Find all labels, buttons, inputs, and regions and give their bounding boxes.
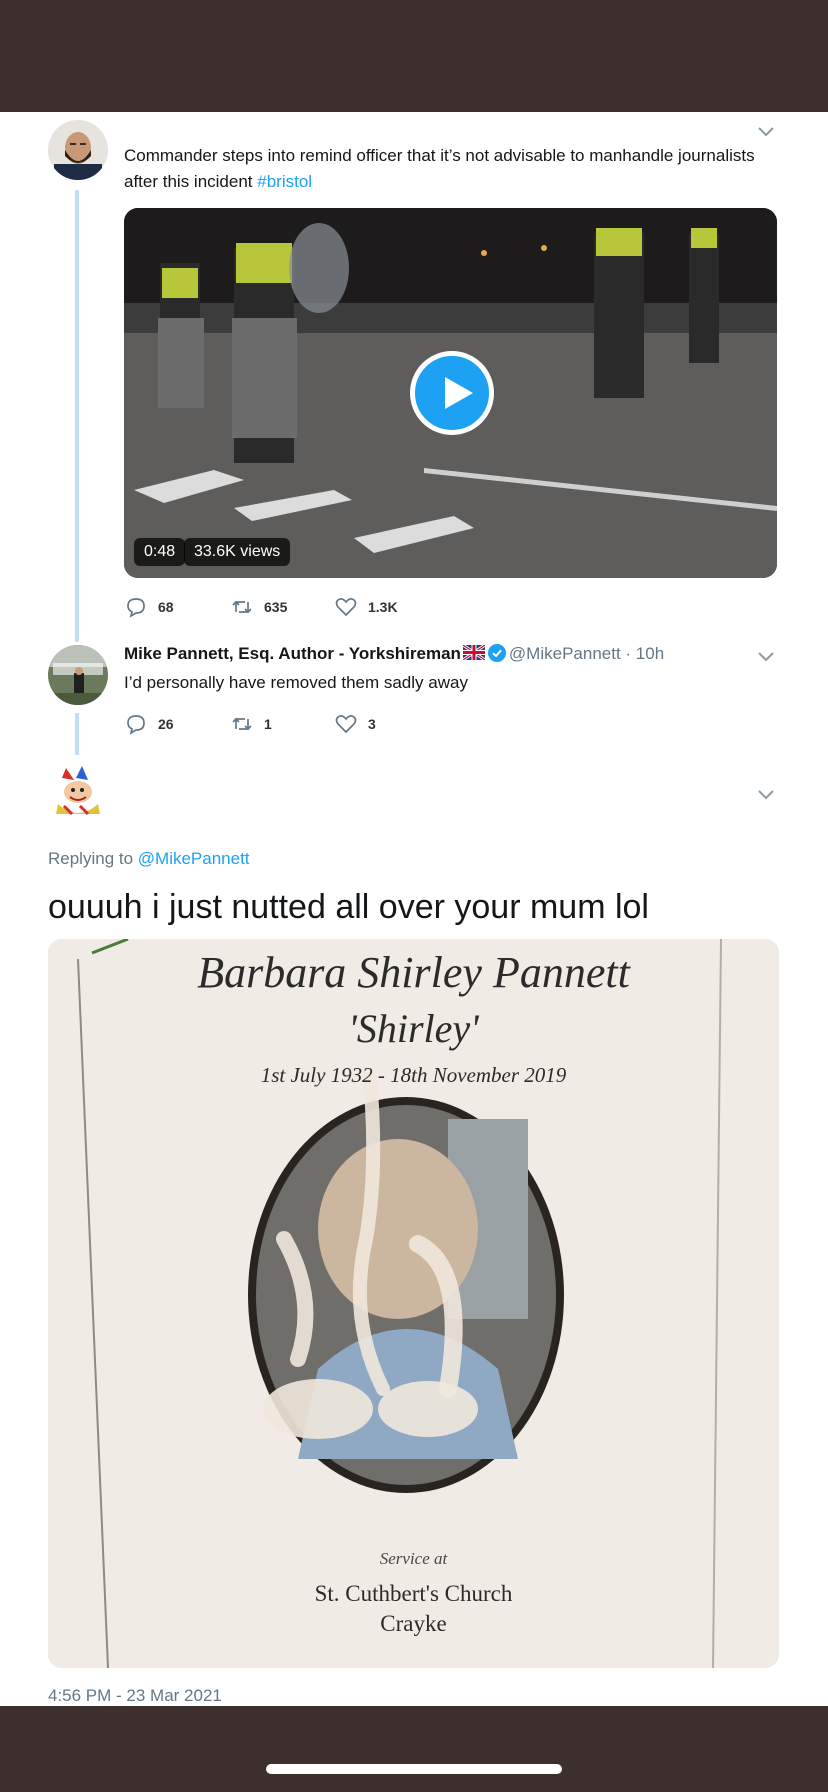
reply-count: 68 [158, 599, 174, 615]
retweet-icon [232, 600, 252, 614]
tweet-image[interactable]: Barbara Shirley Pannett 'Shirley' 1st Ju… [48, 939, 779, 1668]
heart-icon [335, 715, 357, 734]
like-count: 3 [368, 716, 376, 732]
chevron-down-icon[interactable] [755, 645, 777, 667]
avatar[interactable] [48, 645, 108, 705]
home-indicator[interactable] [266, 1764, 562, 1774]
card-nickname: 'Shirley' [348, 1006, 479, 1051]
heart-icon [335, 598, 357, 617]
card-church: St. Cuthbert's Church [314, 1581, 513, 1606]
bottom-bar [0, 1706, 828, 1792]
like-button[interactable]: 1.3K [334, 594, 398, 620]
reply-icon [127, 715, 145, 735]
avatar[interactable] [48, 120, 108, 180]
verified-badge-icon [487, 644, 506, 662]
video-views: 33.6K views [184, 538, 291, 566]
replying-to-prefix: Replying to [48, 849, 138, 868]
retweet-count: 1 [264, 716, 272, 732]
uk-flag-icon [462, 643, 486, 662]
like-count: 1.3K [368, 599, 398, 615]
replying-to: Replying to @MikePannett [48, 849, 250, 869]
tweet-body: I’d personally have removed them sadly a… [124, 673, 468, 692]
author-name[interactable]: Mike Pannett, Esq. Author - Yorkshireman [124, 644, 461, 663]
reply-button[interactable]: 68 [124, 594, 174, 620]
mention-link[interactable]: @MikePannett [138, 849, 250, 868]
play-icon[interactable] [410, 351, 494, 435]
tweet-actions: 68 635 1.3K [124, 594, 424, 620]
reply-button[interactable]: 26 [124, 711, 174, 737]
tweet-actions: 26 1 3 [124, 711, 424, 737]
retweet-count: 635 [264, 599, 288, 615]
video-duration: 0:48 [134, 538, 186, 566]
reply-header: Mike Pannett, Esq. Author - Yorkshireman… [124, 642, 664, 666]
reply-count: 26 [158, 716, 174, 732]
card-town: Crayke [380, 1611, 447, 1636]
thread-line [75, 713, 79, 755]
chevron-down-icon[interactable] [755, 783, 777, 805]
tweet-body: ouuuh i just nutted all over your mum lo… [48, 888, 649, 926]
tweet-timestamp[interactable]: 4:56 PM - 23 Mar 2021 [48, 1686, 222, 1706]
chevron-down-icon[interactable] [755, 120, 777, 142]
retweet-button[interactable]: 635 [230, 594, 287, 620]
hashtag-link[interactable]: #bristol [257, 172, 312, 191]
card-name: Barbara Shirley Pannett [197, 948, 630, 997]
reply-icon [127, 598, 145, 618]
status-bar [0, 0, 828, 112]
tweet-text: Commander steps into remind officer that… [124, 143, 764, 195]
retweet-icon [232, 717, 252, 731]
retweet-button[interactable]: 1 [230, 711, 272, 737]
thread-line [75, 190, 79, 642]
author-handle[interactable]: @MikePannett · 10h [509, 644, 664, 663]
like-button[interactable]: 3 [334, 711, 376, 737]
card-service-label: Service at [379, 1549, 448, 1568]
tweet-body: Commander steps into remind officer that… [124, 146, 755, 191]
video-player[interactable]: 0:48 33.6K views [124, 208, 777, 578]
avatar[interactable] [48, 762, 108, 822]
card-dates: 1st July 1932 - 18th November 2019 [260, 1063, 567, 1087]
